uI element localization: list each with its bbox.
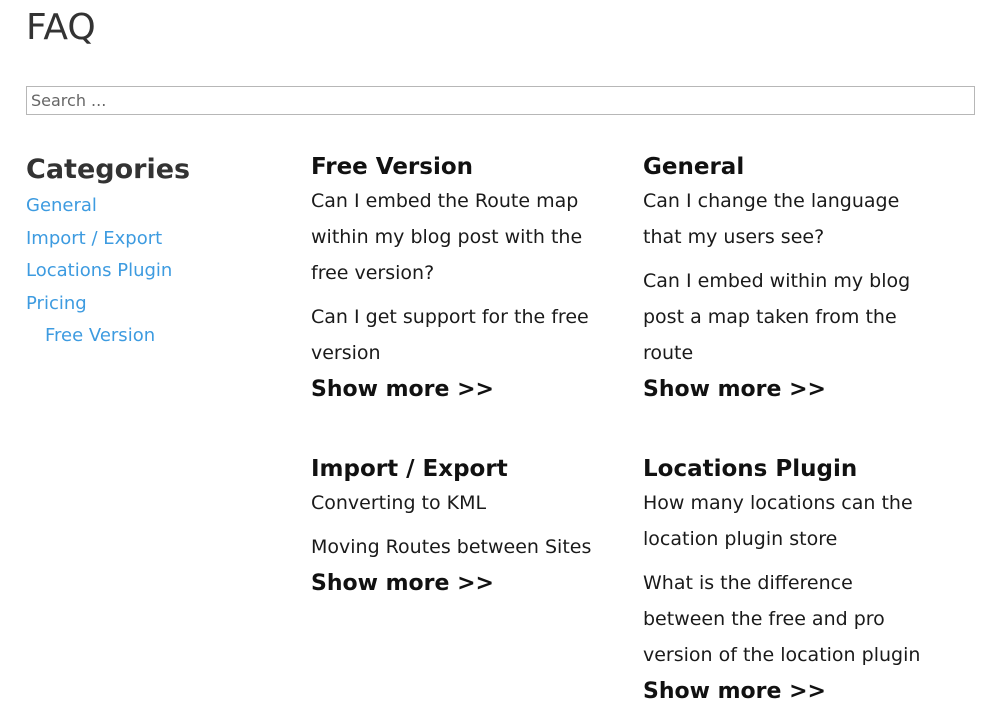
category-item: Locations Plugin xyxy=(26,255,276,288)
faq-section-general: General Can I change the language that m… xyxy=(643,152,933,405)
category-item: Import / Export xyxy=(26,223,276,256)
faq-question-link[interactable]: How many locations can the location plug… xyxy=(643,484,933,557)
category-link-locations-plugin[interactable]: Locations Plugin xyxy=(26,260,172,281)
faq-question-link[interactable]: Can I embed within my blog post a map ta… xyxy=(643,262,933,371)
section-title: Locations Plugin xyxy=(643,456,858,482)
category-link-pricing[interactable]: Pricing xyxy=(26,293,87,314)
faq-section-import-export: Import / Export Converting to KML Moving… xyxy=(311,454,601,599)
show-more-link[interactable]: Show more >> xyxy=(311,569,494,599)
categories-heading: Categories xyxy=(26,154,191,185)
faq-question-link[interactable]: Converting to KML xyxy=(311,484,601,521)
faq-question-link[interactable]: Can I change the language that my users … xyxy=(643,182,933,255)
faq-question-link[interactable]: Can I get support for the free version xyxy=(311,298,601,371)
page-title: FAQ xyxy=(26,7,96,48)
section-title: Free Version xyxy=(311,154,474,180)
faq-question-link[interactable]: What is the difference between the free … xyxy=(643,564,933,673)
category-link-general[interactable]: General xyxy=(26,195,97,216)
category-item: General xyxy=(26,190,276,223)
category-link-free-version[interactable]: Free Version xyxy=(45,325,155,346)
category-item: Pricing xyxy=(26,288,276,321)
category-list: General Import / Export Locations Plugin… xyxy=(26,190,276,353)
show-more-link[interactable]: Show more >> xyxy=(643,677,826,707)
faq-question-link[interactable]: Moving Routes between Sites xyxy=(311,528,601,565)
section-title: General xyxy=(643,154,745,180)
search-input[interactable] xyxy=(26,86,975,115)
category-subitem: Free Version xyxy=(26,320,276,353)
section-title: Import / Export xyxy=(311,456,508,482)
faq-page: FAQ Categories General Import / Export L… xyxy=(0,0,1000,720)
categories-sidebar: Categories General Import / Export Locat… xyxy=(26,152,276,353)
faq-question-link[interactable]: Can I embed the Route map within my blog… xyxy=(311,182,601,291)
faq-section-locations-plugin: Locations Plugin How many locations can … xyxy=(643,454,933,707)
show-more-link[interactable]: Show more >> xyxy=(643,375,826,405)
show-more-link[interactable]: Show more >> xyxy=(311,375,494,405)
faq-section-free-version: Free Version Can I embed the Route map w… xyxy=(311,152,601,405)
category-link-import-export[interactable]: Import / Export xyxy=(26,228,162,249)
